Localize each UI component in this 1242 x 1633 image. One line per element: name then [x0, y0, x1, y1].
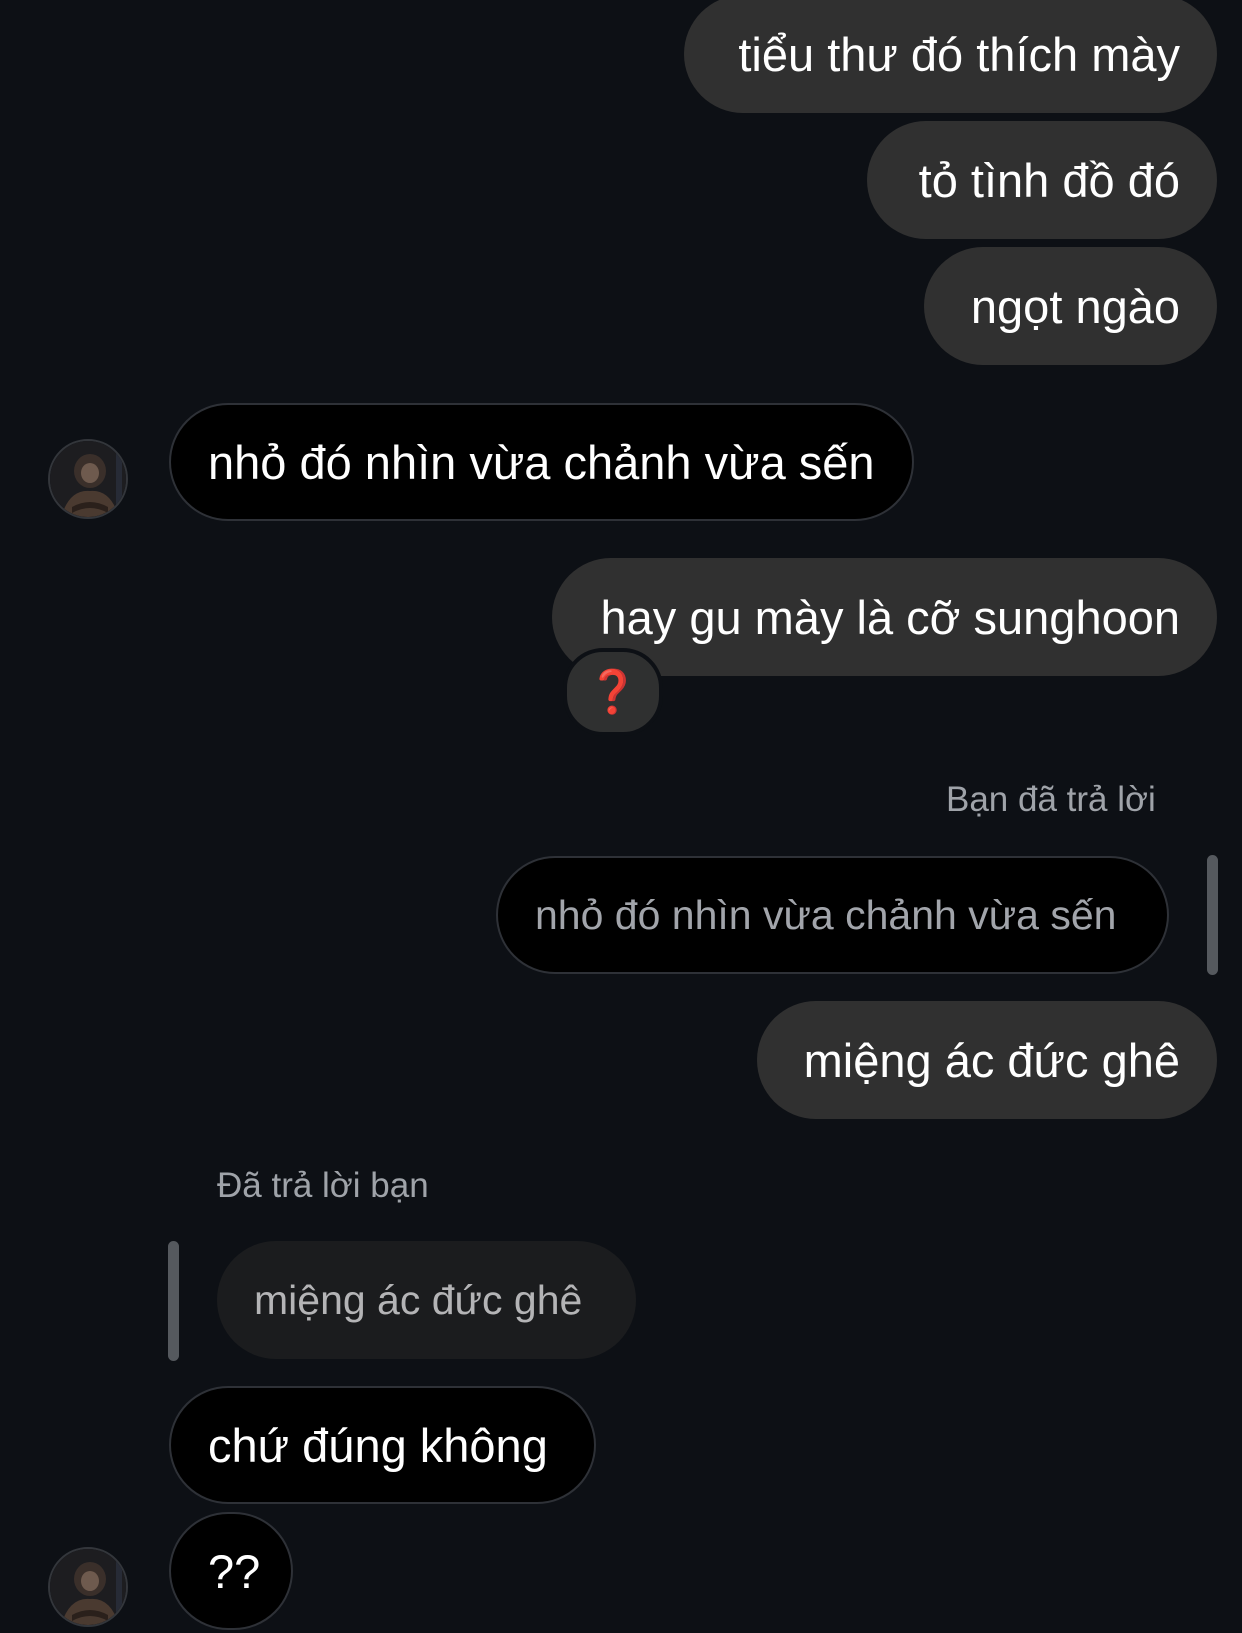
message-text: ?? — [208, 1544, 261, 1598]
message-text: nhỏ đó nhìn vừa chảnh vừa sến — [208, 435, 875, 489]
quoted-text: miệng ác đức ghê — [254, 1276, 583, 1323]
reply-indicator-bar — [1207, 855, 1218, 975]
message-text: tiểu thư đó thích mày — [738, 27, 1180, 81]
contact-avatar[interactable] — [48, 439, 128, 519]
message-text: chứ đúng không — [208, 1418, 548, 1472]
reply-label: Đã trả lời bạn — [217, 1166, 429, 1205]
message-text: ngọt ngào — [970, 279, 1180, 333]
avatar-image-icon — [50, 1549, 126, 1625]
quoted-message[interactable]: nhỏ đó nhìn vừa chảnh vừa sến — [496, 856, 1169, 974]
quoted-text: nhỏ đó nhìn vừa chảnh vừa sến — [535, 891, 1117, 938]
message-text: tỏ tình đồ đó — [918, 153, 1180, 207]
red-question-mark-icon: ❓ — [586, 667, 640, 715]
outgoing-message[interactable]: tỏ tình đồ đó — [867, 121, 1217, 239]
message-text: miệng ác đức ghê — [803, 1033, 1180, 1087]
outgoing-message[interactable]: miệng ác đức ghê — [757, 1001, 1217, 1119]
incoming-message[interactable]: chứ đúng không — [169, 1386, 596, 1504]
avatar-image-icon — [50, 441, 126, 517]
message-text: hay gu mày là cỡ sunghoon — [600, 590, 1180, 644]
outgoing-message[interactable]: tiểu thư đó thích mày — [684, 0, 1217, 113]
contact-avatar[interactable] — [48, 1547, 128, 1627]
incoming-message[interactable]: ?? — [169, 1512, 293, 1630]
message-reaction[interactable]: ❓ — [563, 648, 663, 736]
incoming-message[interactable]: nhỏ đó nhìn vừa chảnh vừa sến — [169, 403, 914, 521]
outgoing-message[interactable]: ngọt ngào — [924, 247, 1217, 365]
reply-indicator-bar — [168, 1241, 179, 1361]
quoted-message[interactable]: miệng ác đức ghê — [217, 1241, 636, 1359]
reply-label: Bạn đã trả lời — [946, 780, 1156, 819]
outgoing-message[interactable]: hay gu mày là cỡ sunghoon — [552, 558, 1217, 676]
